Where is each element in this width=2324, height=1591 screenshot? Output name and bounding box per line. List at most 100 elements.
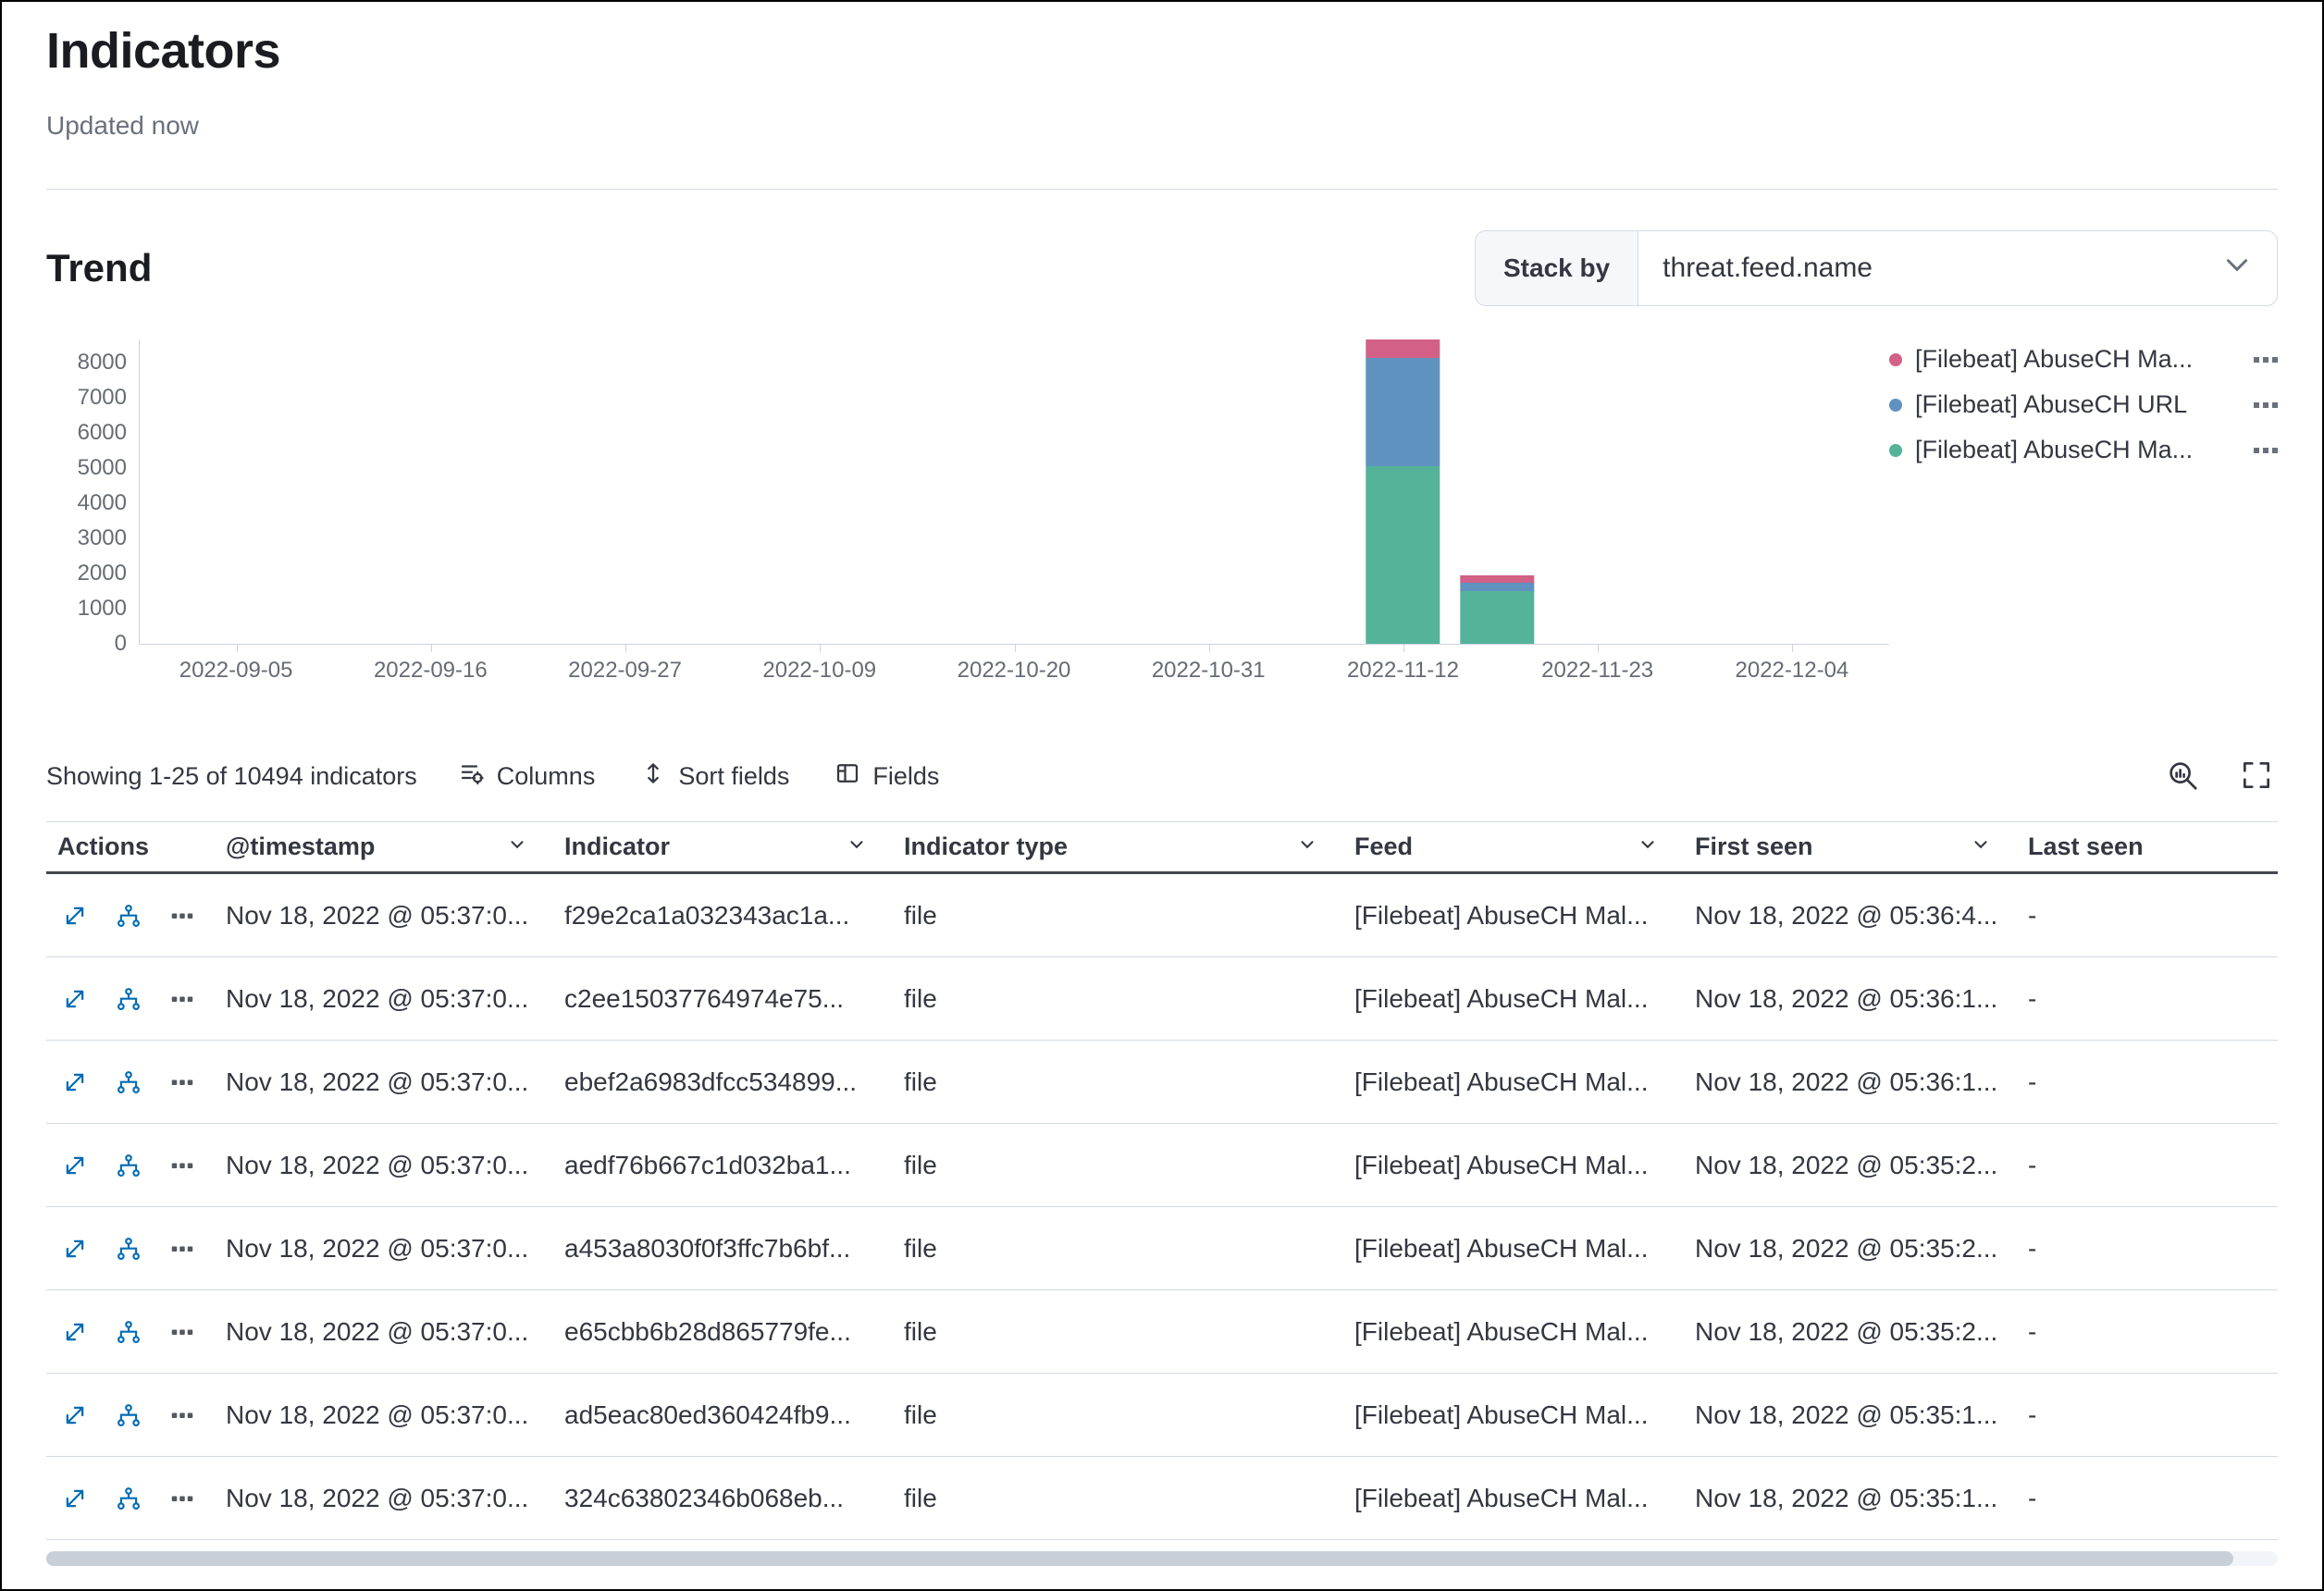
more-actions-button[interactable] [167,900,198,931]
x-axis-label: 2022-09-27 [568,658,682,684]
actions-cell [46,1041,215,1123]
legend-item[interactable]: [Filebeat] AbuseCH Ma... [1889,436,2278,464]
last-seen-cell: - [2017,1041,2278,1123]
open-details-flyout-button[interactable] [59,1400,91,1431]
chevron-down-icon [1638,832,1658,861]
table-row: Nov 18, 2022 @ 05:37:0... 324c63802346b0… [46,1457,2278,1540]
column-header-timestamp[interactable]: @timestamp [215,822,553,871]
x-axis-label: 2022-09-05 [179,658,293,684]
timestamp-cell: Nov 18, 2022 @ 05:37:0... [215,1374,553,1456]
column-header-label: @timestamp [226,832,375,861]
actions-cell [46,957,215,1040]
chart-bar[interactable] [1366,339,1440,644]
column-header-feed[interactable]: Feed [1343,822,1684,871]
open-details-flyout-button[interactable] [59,1150,91,1181]
boxes-horizontal-icon [168,985,196,1013]
x-axis-tick [625,645,626,652]
horizontal-scrollbar-track [46,1551,2278,1566]
investigate-in-timeline-button[interactable] [113,1233,144,1264]
column-header-label: First seen [1695,832,1813,861]
legend-actions-icon[interactable] [2254,357,2278,363]
indicator-cell: a453a8030f0f3ffc7b6bf... [553,1207,893,1289]
bar-segment[interactable] [1461,575,1534,583]
fullscreen-button[interactable] [2235,754,2278,799]
investigate-in-timeline-button[interactable] [113,900,144,931]
fields-button[interactable]: Fields [834,759,939,794]
open-details-flyout-button[interactable] [59,1233,91,1264]
table-row: Nov 18, 2022 @ 05:37:0... e65cbb6b28d865… [46,1290,2278,1374]
first-seen-cell: Nov 18, 2022 @ 05:35:1... [1684,1374,2017,1456]
horizontal-scrollbar-thumb[interactable] [46,1551,2233,1566]
column-header-first-seen[interactable]: First seen [1684,822,2017,871]
column-header-indicator[interactable]: Indicator [553,822,893,871]
first-seen-cell: Nov 18, 2022 @ 05:36:1... [1684,1041,2017,1123]
more-actions-button[interactable] [167,1233,198,1264]
indicator-cell: f29e2ca1a032343ac1a... [553,874,893,956]
chevron-down-icon [847,832,867,861]
more-actions-button[interactable] [167,1150,198,1181]
table-body: Nov 18, 2022 @ 05:37:0... f29e2ca1a03234… [46,874,2278,1540]
inspect-button[interactable] [2161,754,2204,799]
columns-label: Columns [497,762,596,791]
bar-segment[interactable] [1461,583,1534,591]
legend-item[interactable]: [Filebeat] AbuseCH URL [1889,390,2278,419]
more-actions-button[interactable] [167,1067,198,1098]
open-details-flyout-button[interactable] [59,900,91,931]
column-header-indicator-type[interactable]: Indicator type [893,822,1343,871]
chart-bar[interactable] [1461,575,1534,644]
open-details-flyout-button[interactable] [59,1067,91,1098]
results-count: Showing 1-25 of 10494 indicators [46,762,417,791]
more-actions-button[interactable] [167,1483,198,1514]
boxes-horizontal-icon [168,902,196,930]
feed-cell: [Filebeat] AbuseCH Mal... [1343,1124,1684,1206]
columns-icon [458,759,486,794]
legend-actions-icon[interactable] [2254,402,2278,408]
indicator-type-cell: file [893,1374,1343,1456]
y-axis-label: 0 [47,632,127,656]
investigate-in-timeline-button[interactable] [113,1483,144,1514]
feed-cell: [Filebeat] AbuseCH Mal... [1343,874,1684,956]
feed-cell: [Filebeat] AbuseCH Mal... [1343,1041,1684,1123]
expand-icon [61,1068,89,1096]
more-actions-button[interactable] [167,1400,198,1431]
sort-fields-button[interactable]: Sort fields [639,759,789,794]
table-row: Nov 18, 2022 @ 05:37:0... ebef2a6983dfcc… [46,1041,2278,1124]
stack-by-select[interactable]: threat.feed.name [1638,231,2277,305]
x-axis-tick [820,645,821,652]
bar-segment[interactable] [1366,358,1440,466]
x-axis-label: 2022-10-31 [1152,658,1266,684]
last-seen-cell: - [2017,1374,2278,1456]
investigate-in-timeline-button[interactable] [113,1316,144,1348]
x-axis-tick [431,645,432,652]
x-axis-tick [1403,645,1404,652]
legend-label: [Filebeat] AbuseCH Ma... [1915,436,2243,464]
open-details-flyout-button[interactable] [59,1316,91,1348]
more-actions-button[interactable] [167,1316,198,1348]
open-details-flyout-button[interactable] [59,983,91,1015]
header-divider [46,189,2278,190]
investigate-in-timeline-button[interactable] [113,1400,144,1431]
table-header-row: Actions@timestampIndicatorIndicator type… [46,822,2278,874]
open-details-flyout-button[interactable] [59,1483,91,1514]
columns-button[interactable]: Columns [458,759,596,794]
more-actions-button[interactable] [167,983,198,1015]
bar-segment[interactable] [1366,466,1440,644]
table-row: Nov 18, 2022 @ 05:37:0... aedf76b667c1d0… [46,1124,2278,1207]
inspect-icon [2165,782,2200,796]
expand-icon [61,1152,89,1179]
last-seen-cell: - [2017,1207,2278,1289]
expand-icon [61,1485,89,1512]
x-axis-tick [1209,645,1210,652]
bar-segment[interactable] [1366,339,1440,358]
legend-item[interactable]: [Filebeat] AbuseCH Ma... [1889,345,2278,374]
legend-actions-icon[interactable] [2254,448,2278,453]
actions-cell [46,1124,215,1206]
y-axis-label: 5000 [47,456,127,480]
y-axis-label: 7000 [47,386,127,410]
feed-cell: [Filebeat] AbuseCH Mal... [1343,1290,1684,1373]
first-seen-cell: Nov 18, 2022 @ 05:36:1... [1684,957,2017,1040]
investigate-in-timeline-button[interactable] [113,1150,144,1181]
investigate-in-timeline-button[interactable] [113,1067,144,1098]
investigate-in-timeline-button[interactable] [113,983,144,1015]
bar-segment[interactable] [1461,591,1534,644]
